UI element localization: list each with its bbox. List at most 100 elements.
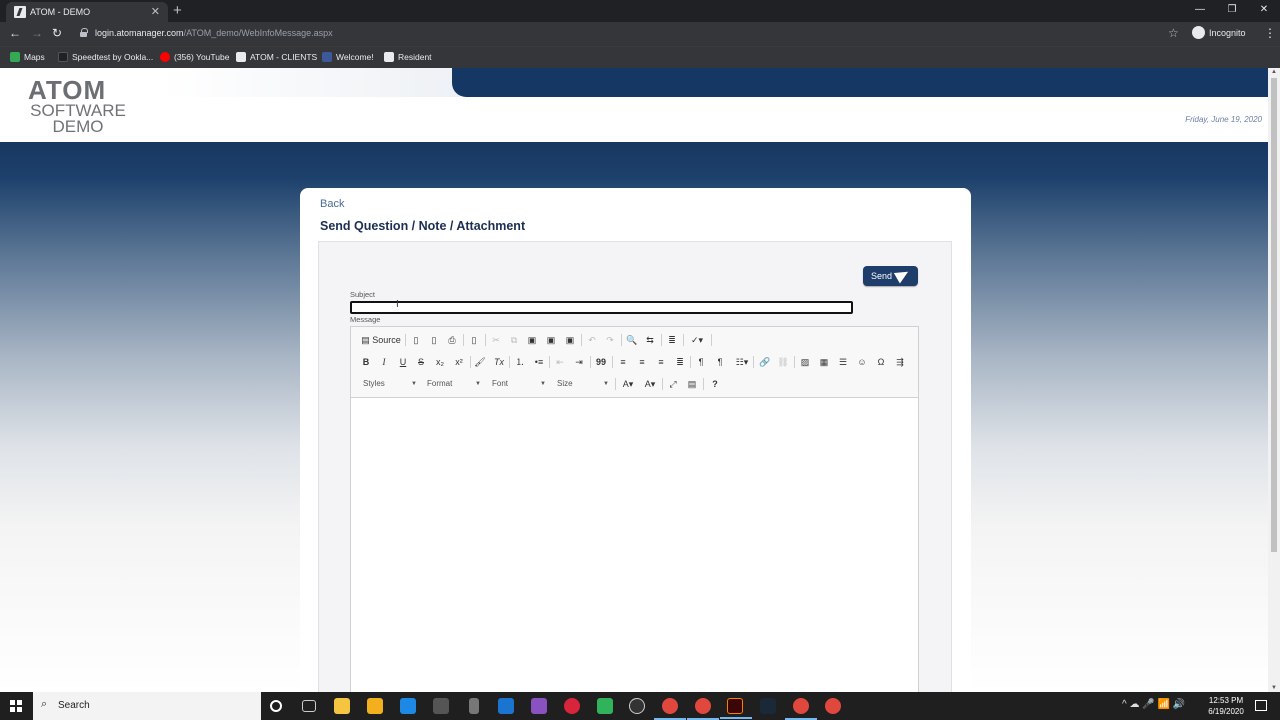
mail-icon[interactable] [400, 698, 416, 714]
cortana-icon[interactable] [270, 700, 282, 712]
scroll-up-icon[interactable]: ▲ [1271, 69, 1277, 75]
menu-kebab-icon[interactable]: ⋮ [1264, 26, 1276, 40]
rtl-icon[interactable]: ¶ [713, 354, 727, 370]
size-dropdown[interactable]: Size ▼ [557, 376, 611, 392]
align-center-icon[interactable]: ≡ [635, 354, 649, 370]
app-icon[interactable] [498, 698, 514, 714]
preview-icon[interactable]: ▯ [427, 332, 441, 348]
scrollbar-thumb[interactable] [1271, 78, 1277, 552]
task-view-icon[interactable] [302, 700, 316, 712]
url-text[interactable]: login.atomanager.com/ATOM_demo/WebInfoMe… [95, 28, 333, 38]
bold-button[interactable]: B [359, 354, 373, 370]
maximize-icon[interactable]: ⤢ [666, 376, 680, 392]
app-icon[interactable] [469, 698, 479, 714]
page-break-icon[interactable]: ⇶ [893, 354, 907, 370]
new-page-icon[interactable]: ▯ [409, 332, 423, 348]
undo-icon[interactable]: ↶ [585, 332, 599, 348]
system-tray[interactable]: ^ ☁ 🎤 📶 🔊 [1122, 699, 1185, 710]
blockquote-button[interactable]: 99 [594, 354, 608, 370]
bookmark-speedtest[interactable]: Speedtest by Ookla... [58, 52, 153, 62]
styles-dropdown[interactable]: Styles ▼ [363, 376, 419, 392]
align-left-icon[interactable]: ≡ [616, 354, 630, 370]
copy-icon[interactable]: ⧉ [507, 332, 521, 348]
justify-icon[interactable]: ≣ [673, 354, 687, 370]
restore-icon[interactable]: ❐ [1216, 0, 1248, 22]
tab-close-icon[interactable]: ✕ [151, 5, 160, 18]
text-color-icon[interactable]: A▾ [619, 376, 637, 392]
bookmark-maps[interactable]: Maps [10, 52, 45, 62]
language-icon[interactable]: ☷▾ [733, 354, 751, 370]
message-body-area[interactable] [351, 399, 918, 692]
app-icon[interactable] [433, 698, 449, 714]
strikethrough-button[interactable]: S [414, 354, 428, 370]
app-icon[interactable] [629, 698, 645, 714]
back-link[interactable]: Back [320, 198, 344, 210]
select-all-icon[interactable]: ≣ [665, 332, 679, 348]
browser-tab[interactable]: ATOM - DEMO ✕ [6, 2, 168, 22]
chrome-icon[interactable] [785, 698, 817, 720]
bookmark-youtube[interactable]: (356) YouTube [160, 52, 229, 62]
subscript-button[interactable]: x₂ [432, 354, 448, 370]
special-char-button[interactable]: Ω [874, 354, 888, 370]
steam-icon[interactable] [760, 698, 776, 714]
link-icon[interactable]: 🔗 [758, 354, 772, 370]
taskbar-search-box[interactable]: ⌕ Search [33, 692, 261, 720]
superscript-button[interactable]: x² [451, 354, 467, 370]
atom-logo[interactable]: ATOM SOFTWARE DEMO [28, 77, 128, 135]
bulleted-list-icon[interactable]: •≡ [532, 354, 546, 370]
send-button[interactable]: Send [863, 266, 918, 286]
paste-icon[interactable]: ▣ [525, 332, 539, 348]
notification-icon[interactable] [1255, 700, 1267, 711]
ltr-icon[interactable]: ¶ [694, 354, 708, 370]
subject-input[interactable] [350, 301, 853, 314]
remove-format-button[interactable]: Tx [491, 354, 507, 370]
incognito-indicator[interactable]: Incognito [1192, 26, 1246, 40]
back-arrow-icon[interactable]: ← [9, 26, 21, 40]
address-bar[interactable]: login.atomanager.com/ATOM_demo/WebInfoMe… [74, 25, 1184, 43]
bookmark-atom-clients[interactable]: ATOM - CLIENTS [236, 52, 317, 62]
smiley-button[interactable]: ☺ [855, 354, 869, 370]
unlink-icon[interactable]: ⛓ [776, 354, 790, 370]
cut-icon[interactable]: ✂ [489, 332, 503, 348]
format-dropdown[interactable]: Format ▼ [427, 376, 483, 392]
minimize-icon[interactable]: — [1184, 0, 1216, 22]
app-icon[interactable] [597, 698, 613, 714]
italic-button[interactable]: I [377, 354, 391, 370]
spellcheck-icon[interactable]: ✓▾ [687, 332, 707, 348]
numbered-list-icon[interactable]: ⒈ [513, 354, 527, 370]
outdent-icon[interactable]: ⇤ [553, 354, 567, 370]
close-window-icon[interactable]: ✕ [1248, 0, 1280, 22]
replace-icon[interactable]: ⇆ [643, 332, 657, 348]
chrome-icon[interactable] [654, 698, 686, 720]
copy-format-icon[interactable]: 🖌 [473, 354, 487, 370]
forward-arrow-icon[interactable]: → [31, 26, 43, 40]
page-scrollbar[interactable]: ▲ ▼ [1268, 68, 1280, 692]
paste-text-icon[interactable]: ▣ [544, 332, 558, 348]
scroll-down-icon[interactable]: ▼ [1271, 685, 1277, 691]
store-icon[interactable] [367, 698, 383, 714]
image-icon[interactable]: ▨ [798, 354, 812, 370]
indent-icon[interactable]: ⇥ [572, 354, 586, 370]
table-icon[interactable]: ▦ [817, 354, 831, 370]
align-right-icon[interactable]: ≡ [654, 354, 668, 370]
font-dropdown[interactable]: Font ▼ [492, 376, 548, 392]
chrome-icon[interactable] [825, 698, 841, 714]
taskbar-clock[interactable]: 12:53 PM 6/19/2020 [1200, 695, 1252, 717]
illustrator-icon[interactable] [720, 698, 752, 719]
bookmark-star-icon[interactable]: ☆ [1168, 26, 1179, 40]
app-icon[interactable] [531, 698, 547, 714]
app-icon[interactable] [564, 698, 580, 714]
find-icon[interactable]: 🔍 [625, 332, 639, 348]
background-color-icon[interactable]: A▾ [641, 376, 659, 392]
new-tab-button[interactable]: + [173, 2, 182, 19]
bookmark-welcome[interactable]: Welcome! [322, 52, 374, 62]
horizontal-line-icon[interactable]: ☰ [836, 354, 850, 370]
reload-icon[interactable]: ↻ [52, 26, 62, 40]
windows-start-icon[interactable] [10, 700, 22, 712]
bookmark-resident[interactable]: Resident [384, 52, 432, 62]
redo-icon[interactable]: ↷ [603, 332, 617, 348]
chrome-icon[interactable] [687, 698, 719, 720]
file-explorer-icon[interactable] [334, 698, 350, 714]
underline-button[interactable]: U [396, 354, 410, 370]
show-blocks-icon[interactable]: ▤ [685, 376, 699, 392]
